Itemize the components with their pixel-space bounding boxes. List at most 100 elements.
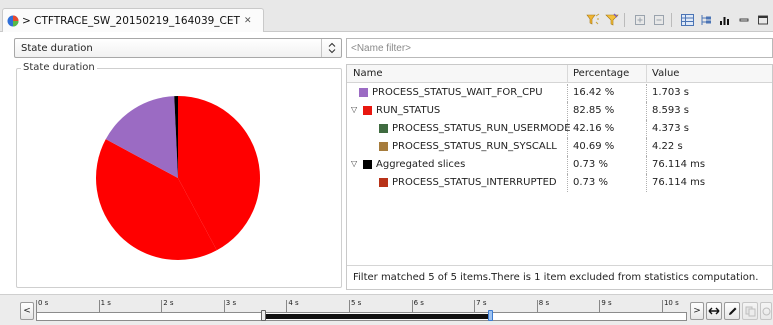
time-tick-label: 8 s bbox=[538, 299, 550, 307]
pencil-icon bbox=[728, 307, 736, 315]
selection-end-handle[interactable] bbox=[487, 310, 493, 321]
time-tick-label: 9 s bbox=[601, 299, 612, 307]
time-tick-label: 1 s bbox=[100, 299, 111, 307]
cell-divider bbox=[567, 138, 568, 156]
time-tick bbox=[411, 300, 413, 312]
view-tab-bar: > CTFTRACE_SW_20150219_164039_CET ✕ bbox=[0, 0, 773, 32]
reset-icon bbox=[762, 307, 770, 315]
expand-toggle-icon[interactable]: ▽ bbox=[351, 105, 360, 114]
time-tick bbox=[286, 300, 288, 312]
scroll-left-button[interactable]: < bbox=[20, 302, 34, 320]
pie-chart-icon bbox=[7, 15, 19, 26]
time-tick bbox=[161, 300, 163, 312]
row-value: 76.114 ms bbox=[652, 159, 706, 170]
time-tick-label: 7 s bbox=[476, 299, 487, 307]
time-tick bbox=[36, 300, 37, 312]
time-tick-label: 10 s bbox=[663, 299, 679, 307]
state-duration-group: State duration bbox=[16, 62, 342, 288]
combo-arrows-icon[interactable] bbox=[321, 39, 341, 57]
row-value: 8.593 s bbox=[652, 105, 690, 116]
expand-all-icon[interactable] bbox=[632, 12, 648, 28]
color-swatch bbox=[363, 106, 372, 115]
time-tick-label: 2 s bbox=[163, 299, 174, 307]
bar-chart-view-icon[interactable] bbox=[717, 12, 733, 28]
statistics-tree-pane: Name Percentage Value PROCESS_STATUS_WAI… bbox=[346, 38, 773, 290]
copy-range-button[interactable] bbox=[742, 302, 758, 320]
toolbar-separator bbox=[624, 13, 625, 27]
cell-divider bbox=[646, 102, 647, 120]
time-selection[interactable] bbox=[263, 314, 491, 319]
time-tick-label: 3 s bbox=[225, 299, 237, 307]
cell-divider bbox=[567, 174, 568, 192]
row-value: 4.373 s bbox=[652, 123, 690, 134]
scroll-right-button[interactable]: > bbox=[690, 302, 704, 320]
column-divider[interactable] bbox=[567, 65, 568, 83]
column-header-value[interactable]: Value bbox=[652, 68, 679, 79]
color-swatch bbox=[379, 178, 388, 187]
minimize-icon[interactable] bbox=[736, 12, 752, 28]
table-row[interactable]: PROCESS_STATUS_RUN_USERMODE 42.16 % 4.373 … bbox=[347, 120, 772, 138]
row-name: RUN_STATUS bbox=[376, 105, 441, 116]
time-tick bbox=[223, 300, 225, 312]
table-row[interactable]: PROCESS_STATUS_INTERRUPTED 0.73 % 76.114 m… bbox=[347, 174, 772, 192]
cell-divider bbox=[646, 138, 647, 156]
expand-toggle-icon[interactable]: ▽ bbox=[351, 159, 360, 168]
table-row[interactable]: ▽ Aggregated slices 0.73 % 76.114 ms bbox=[347, 156, 772, 174]
edit-range-button[interactable] bbox=[724, 302, 740, 320]
selection-start-handle[interactable] bbox=[260, 310, 266, 321]
filter-status-text: Filter matched 5 of 5 items.There is 1 i… bbox=[347, 265, 772, 289]
row-value: 1.703 s bbox=[652, 87, 690, 98]
expand-range-icon bbox=[708, 307, 720, 315]
table-header: Name Percentage Value bbox=[347, 65, 772, 83]
statistics-type-combo-value: State duration bbox=[21, 42, 93, 54]
row-percentage: 0.73 % bbox=[573, 177, 608, 188]
time-tick bbox=[599, 300, 601, 312]
cell-divider bbox=[646, 156, 647, 174]
row-value: 4.22 s bbox=[652, 141, 683, 152]
tree-view-icon[interactable] bbox=[698, 12, 714, 28]
row-name: PROCESS_STATUS_RUN_USERMODE bbox=[392, 123, 571, 134]
table-row[interactable]: PROCESS_STATUS_RUN_SYSCALL 40.69 % 4.22 s bbox=[347, 138, 772, 156]
time-tick bbox=[474, 300, 476, 312]
time-tick-label: 0 s bbox=[38, 299, 49, 307]
cell-divider bbox=[567, 156, 568, 174]
view-toolbar bbox=[582, 12, 771, 28]
filter-icon[interactable] bbox=[604, 12, 620, 28]
time-tick-label: 6 s bbox=[413, 299, 424, 307]
time-tick bbox=[536, 300, 538, 312]
expand-range-button[interactable] bbox=[706, 302, 722, 320]
row-percentage: 16.42 % bbox=[573, 87, 615, 98]
row-percentage: 40.69 % bbox=[573, 141, 615, 152]
column-header-percentage[interactable]: Percentage bbox=[573, 68, 629, 79]
tab-close-button[interactable]: ✕ bbox=[244, 16, 252, 26]
cell-divider bbox=[646, 84, 647, 102]
row-name: PROCESS_STATUS_WAIT_FOR_CPU bbox=[372, 87, 543, 98]
statistics-type-combo[interactable]: State duration bbox=[14, 38, 342, 58]
maximize-icon[interactable] bbox=[755, 12, 771, 28]
row-percentage: 82.85 % bbox=[573, 105, 615, 116]
color-swatch bbox=[359, 88, 368, 97]
trace-tab[interactable]: > CTFTRACE_SW_20150219_164039_CET ✕ bbox=[2, 8, 264, 32]
tab-title: > CTFTRACE_SW_20150219_164039_CET bbox=[22, 14, 240, 27]
cell-divider bbox=[567, 84, 568, 102]
filter-wizard-icon[interactable] bbox=[585, 12, 601, 28]
reset-range-button[interactable] bbox=[760, 302, 772, 320]
time-tick-label: 4 s bbox=[288, 299, 299, 307]
toolbar-separator bbox=[671, 13, 672, 27]
statistics-tree-table: Name Percentage Value PROCESS_STATUS_WAI… bbox=[346, 64, 773, 290]
pie-chart-pane: State duration State duration bbox=[14, 38, 344, 290]
cell-divider bbox=[567, 120, 568, 138]
row-name: PROCESS_STATUS_INTERRUPTED bbox=[392, 177, 557, 188]
column-divider[interactable] bbox=[646, 65, 647, 83]
name-filter-input[interactable] bbox=[346, 38, 773, 58]
table-row[interactable]: ▽ RUN_STATUS 82.85 % 8.593 s bbox=[347, 102, 772, 120]
table-row[interactable]: PROCESS_STATUS_WAIT_FOR_CPU 16.42 % 1.703 … bbox=[347, 84, 772, 102]
row-name: Aggregated slices bbox=[376, 159, 466, 170]
row-value: 76.114 ms bbox=[652, 177, 706, 188]
time-range-track[interactable] bbox=[36, 310, 687, 321]
column-header-name[interactable]: Name bbox=[353, 68, 383, 79]
pie-chart[interactable] bbox=[17, 69, 341, 287]
collapse-all-icon[interactable] bbox=[651, 12, 667, 28]
cell-divider bbox=[646, 174, 647, 192]
table-view-icon[interactable] bbox=[679, 12, 695, 28]
